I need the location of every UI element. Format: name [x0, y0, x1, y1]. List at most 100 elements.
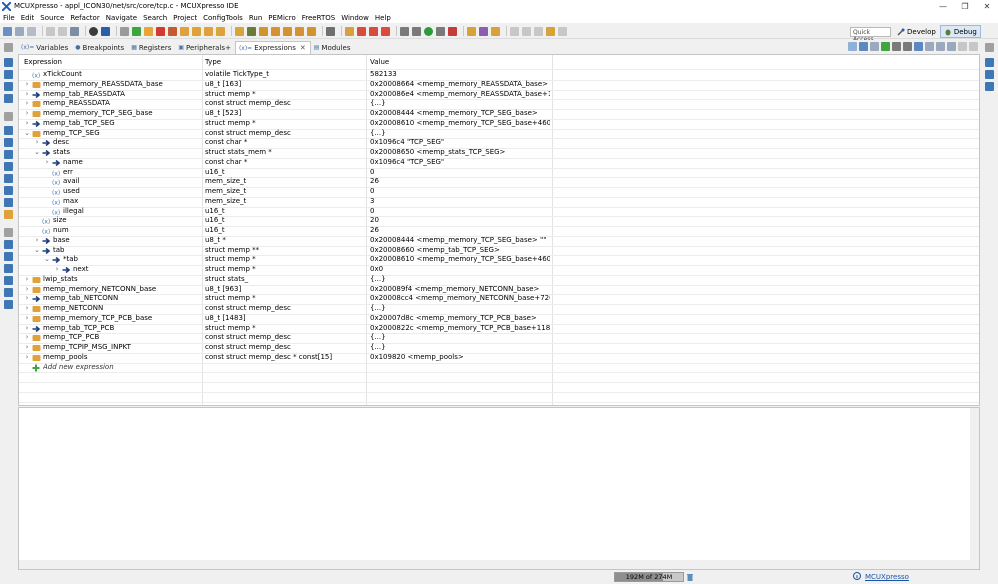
- expand-arrow-icon[interactable]: ›: [23, 275, 31, 285]
- expression-name[interactable]: lwip_stats: [43, 275, 199, 285]
- expression-value[interactable]: 0x20008444 <memp_memory_TCP_SEG_base> "": [370, 236, 550, 246]
- tab-registers[interactable]: ▦ Registers: [128, 41, 175, 54]
- menu-window[interactable]: Window: [341, 14, 369, 22]
- expression-name[interactable]: avail: [63, 177, 199, 187]
- expression-name[interactable]: memp_memory_REASSDATA_base: [43, 80, 199, 90]
- expression-value[interactable]: 3: [370, 197, 550, 207]
- debug-icon[interactable]: [247, 26, 256, 36]
- next-annotation-icon[interactable]: [534, 26, 543, 36]
- trace-icon[interactable]: [283, 26, 292, 36]
- right-view-2-icon[interactable]: [985, 70, 994, 79]
- expression-value[interactable]: 582133: [370, 70, 550, 80]
- resume-icon[interactable]: [132, 26, 141, 36]
- gear-icon[interactable]: [400, 26, 409, 36]
- trash-icon[interactable]: [686, 573, 694, 581]
- maximize-view-icon[interactable]: [969, 42, 978, 51]
- menu-navigate[interactable]: Navigate: [106, 14, 137, 22]
- expression-row[interactable]: › memp_memory_NETCONN_base u8_t [963] 0x200…: [19, 285, 979, 295]
- expression-name[interactable]: tab: [53, 246, 199, 256]
- expression-row[interactable]: (x) xTickCount volatile TickType_t 582133: [19, 70, 979, 80]
- pin-icon[interactable]: [936, 42, 945, 51]
- expression-row[interactable]: (x) max mem_size_t 3: [19, 197, 979, 207]
- expand-arrow-icon[interactable]: ›: [23, 333, 31, 343]
- expression-value[interactable]: 0x20008650 <memp_stats_TCP_SEG>: [370, 148, 550, 158]
- expression-row[interactable]: › memp_TCP_PCB const struct memp_desc {...}: [19, 333, 979, 343]
- expand-arrow-icon[interactable]: ›: [53, 265, 61, 275]
- remove-all-icon[interactable]: [903, 42, 912, 51]
- expression-value[interactable]: {...}: [370, 343, 550, 353]
- tab-modules[interactable]: ▤ Modules: [311, 41, 355, 54]
- expression-row[interactable]: › memp_memory_TCP_PCB_base u8_t [1483] 0x20…: [19, 314, 979, 324]
- undo-icon[interactable]: [46, 26, 55, 36]
- tab-peripherals[interactable]: ▣ Peripherals+: [175, 41, 235, 54]
- peripherals-view-icon[interactable]: [4, 162, 13, 171]
- expression-row[interactable]: › next struct memp * 0x0: [19, 265, 979, 275]
- expression-row[interactable]: › memp_tab_NETCONN struct memp * 0x20008cc4…: [19, 294, 979, 304]
- expression-value[interactable]: 0x0: [370, 265, 550, 275]
- step-return-icon[interactable]: [204, 26, 213, 36]
- suspend-icon[interactable]: [144, 26, 153, 36]
- expression-name[interactable]: memp_TCPIP_MSG_INPKT: [43, 343, 199, 353]
- profile-launch-icon[interactable]: [448, 26, 457, 36]
- collapse-all-icon[interactable]: [870, 42, 879, 51]
- expression-value[interactable]: 0: [370, 168, 550, 178]
- expression-value[interactable]: {...}: [370, 129, 550, 139]
- open-type-icon[interactable]: [479, 26, 488, 36]
- expression-row[interactable]: › memp_pools const struct memp_desc * cons…: [19, 353, 979, 363]
- expression-row[interactable]: › memp_tab_REASSDATA struct memp * 0x200086…: [19, 90, 979, 100]
- quickstart-icon[interactable]: [4, 94, 13, 103]
- expression-row[interactable]: ⌄ tab struct memp ** 0x20008660 <memp_tab_T…: [19, 246, 979, 256]
- link-icon[interactable]: [357, 26, 366, 36]
- expression-row[interactable]: (x) size u16_t 20: [19, 216, 979, 226]
- menu-file[interactable]: File: [3, 14, 15, 22]
- flash-erase-icon[interactable]: [381, 26, 390, 36]
- refresh-icon[interactable]: [914, 42, 923, 51]
- search-view-icon[interactable]: [4, 264, 13, 273]
- expression-value[interactable]: 0x20008cc4 <memp_memory_NETCONN_base+720…: [370, 294, 550, 304]
- expression-name[interactable]: name: [63, 158, 199, 168]
- flash-icon[interactable]: [307, 26, 316, 36]
- expression-row[interactable]: › memp_memory_REASSDATA_base u8_t [163] 0x2…: [19, 80, 979, 90]
- collapse-arrow-icon[interactable]: ⌄: [33, 148, 41, 158]
- expressions-view-icon[interactable]: [4, 186, 13, 195]
- tab-expressions[interactable]: (x)= Expressions ✕: [234, 41, 311, 54]
- heap-status[interactable]: 192M of 274M: [614, 572, 684, 582]
- skip-breakpoints-icon[interactable]: [120, 26, 129, 36]
- add-new-expression-row[interactable]: Add new expression: [19, 363, 979, 373]
- horizontal-scrollbar[interactable]: [19, 560, 971, 569]
- expression-row[interactable]: › memp_NETCONN const struct memp_desc {...}: [19, 304, 979, 314]
- expression-value[interactable]: 20: [370, 216, 550, 226]
- collapse-arrow-icon[interactable]: ⌄: [33, 246, 41, 256]
- disconnect-icon[interactable]: [168, 26, 177, 36]
- expression-row[interactable]: › name const char * 0x1096c4 "TCP_SEG": [19, 158, 979, 168]
- expand-arrow-icon[interactable]: ›: [23, 304, 31, 314]
- column-header-expression[interactable]: Expression: [24, 58, 62, 66]
- expression-row[interactable]: › memp_REASSDATA const struct memp_desc {..…: [19, 99, 979, 109]
- flash-program-icon[interactable]: [345, 26, 354, 36]
- menu-project[interactable]: Project: [173, 14, 197, 22]
- tab-breakpoints[interactable]: ● Breakpoints: [72, 41, 128, 54]
- expression-row[interactable]: › memp_tab_TCP_PCB struct memp * 0x2000822c…: [19, 324, 979, 334]
- profile-icon[interactable]: [271, 26, 280, 36]
- vertical-scrollbar[interactable]: [970, 408, 979, 569]
- expression-name[interactable]: memp_memory_NETCONN_base: [43, 285, 199, 295]
- prev-annotation-icon[interactable]: [522, 26, 531, 36]
- expression-row[interactable]: ⌄ *tab struct memp * 0x20008610 <memp_memor…: [19, 255, 979, 265]
- outline-icon[interactable]: [4, 82, 13, 91]
- swo-view-icon[interactable]: [4, 288, 13, 297]
- show-logical-structure-icon[interactable]: [859, 42, 868, 51]
- wrench-icon[interactable]: [369, 26, 378, 36]
- settings-icon[interactable]: [89, 26, 98, 36]
- expression-value[interactable]: {...}: [370, 99, 550, 109]
- expression-name[interactable]: memp_memory_TCP_PCB_base: [43, 314, 199, 324]
- show-type-names-icon[interactable]: [848, 42, 857, 51]
- expression-value[interactable]: 0x20008660 <memp_tab_TCP_SEG>: [370, 246, 550, 256]
- expression-value[interactable]: {...}: [370, 333, 550, 343]
- right-view-3-icon[interactable]: [985, 82, 994, 91]
- expression-name[interactable]: memp_TCP_PCB: [43, 333, 199, 343]
- save-all-icon[interactable]: [27, 26, 36, 36]
- tab-variables[interactable]: (x)= Variables: [18, 41, 72, 54]
- expression-name[interactable]: max: [63, 197, 199, 207]
- expression-value[interactable]: 0: [370, 187, 550, 197]
- expand-arrow-icon[interactable]: ›: [23, 109, 31, 119]
